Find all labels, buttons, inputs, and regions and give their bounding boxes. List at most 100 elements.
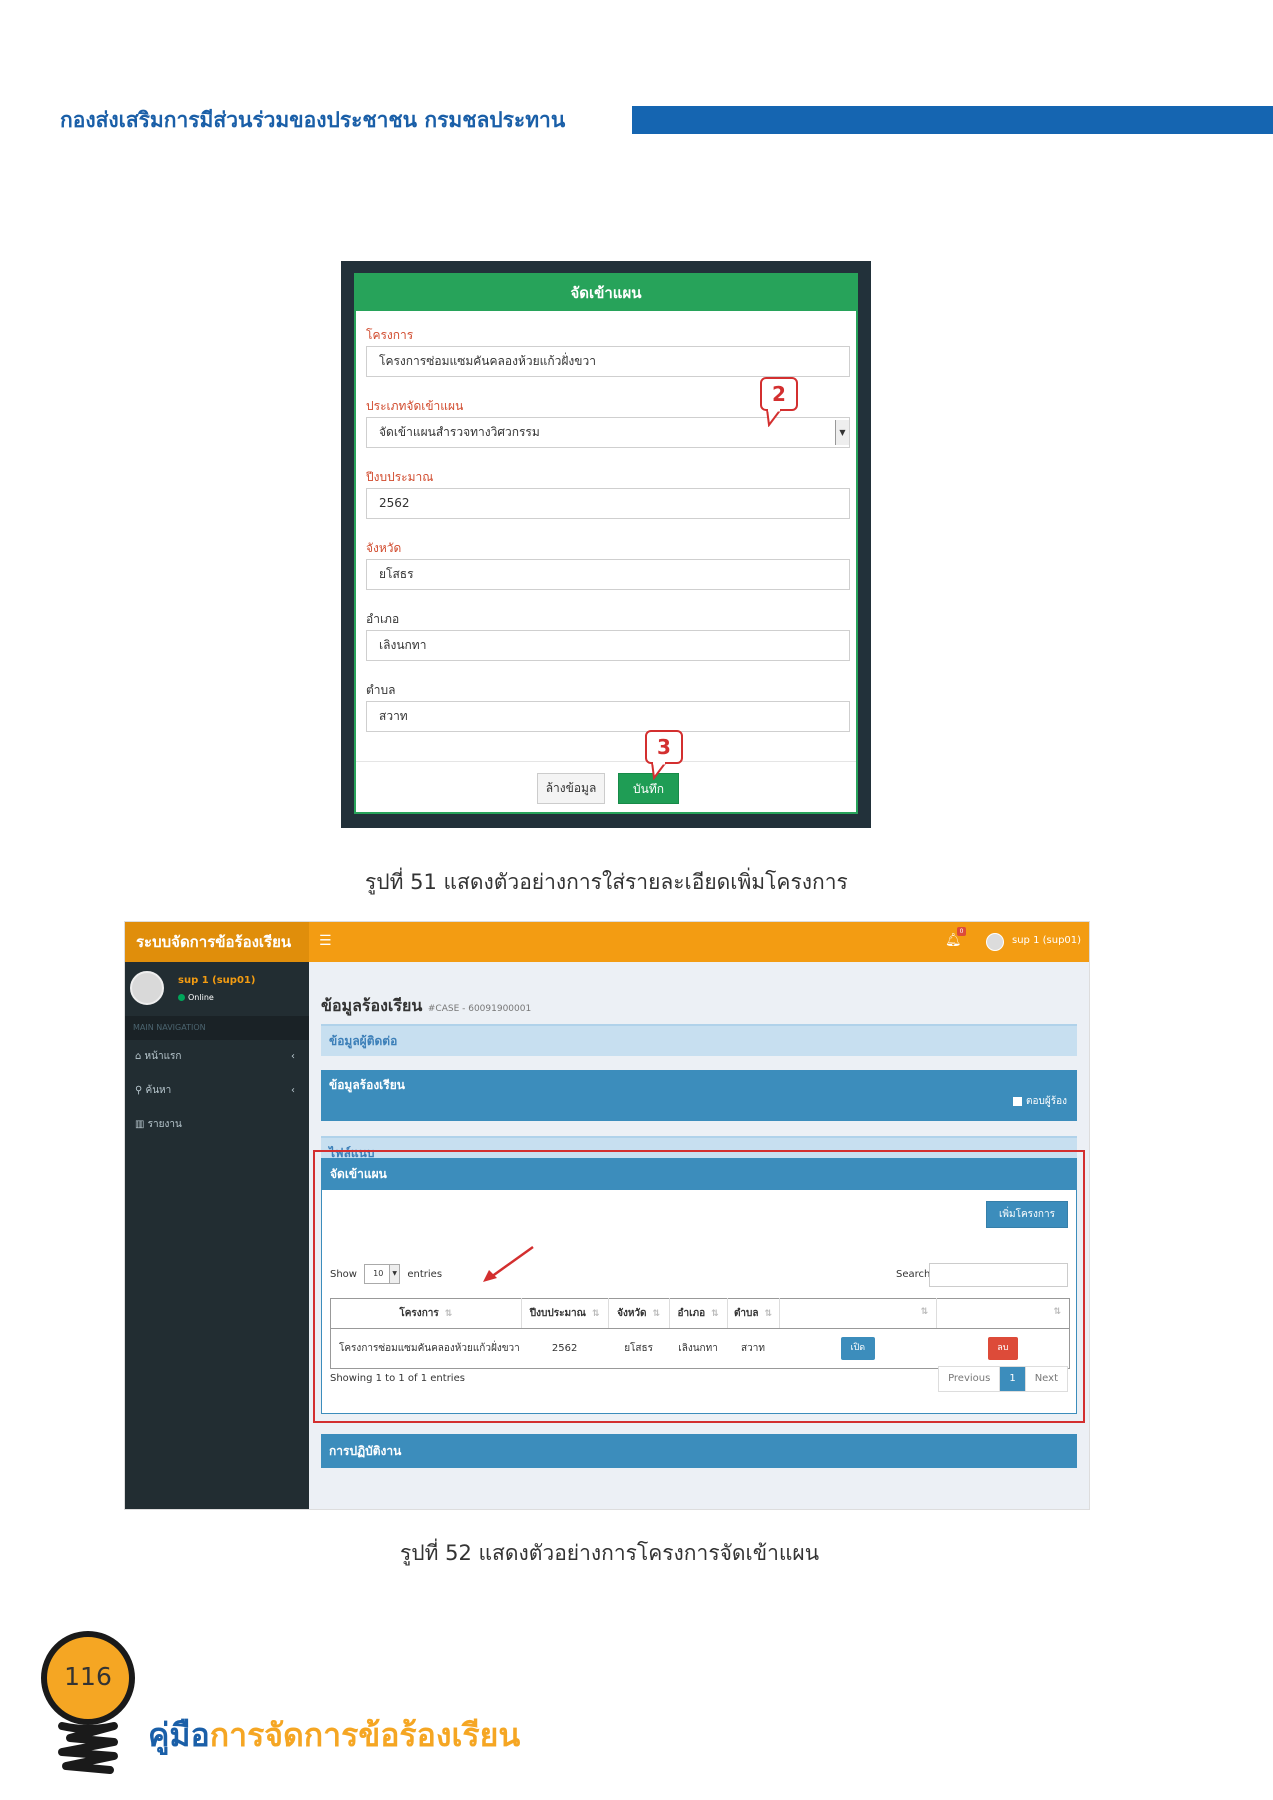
page-title-text: ข้อมูลร้องเรียน (321, 996, 423, 1015)
column-header-year[interactable]: ปีงบประมาณ ⇅ (521, 1298, 609, 1329)
reply-checkbox-label: ตอบผู้ร้อง (1026, 1096, 1067, 1107)
cell-year: 2562 (521, 1328, 609, 1369)
open-button[interactable]: เปิด (840, 1337, 875, 1360)
entries-select[interactable]: 10 ▼ (364, 1264, 401, 1284)
projects-table: โครงการ ⇅ ปีงบประมาณ ⇅ จังหวัด ⇅ อำเภอ ⇅ ตำบ… (330, 1298, 1070, 1369)
project-label: โครงการ (366, 328, 414, 342)
province-label: จังหวัด (366, 541, 402, 555)
checkbox-icon (1013, 1096, 1023, 1106)
chevron-left-icon: ‹ (291, 1051, 295, 1062)
figure-52-caption: รูปที่ 52 แสดงตัวอย่างการโครงการจัดเข้าแ… (400, 1541, 820, 1565)
entries-length-control: Show 10 ▼ entries (330, 1264, 442, 1284)
fiscal-year-label: ปีงบประมาณ (366, 470, 434, 484)
plan-type-label: ประเภทจัดเข้าแผน (366, 399, 464, 413)
column-label: จังหวัด (617, 1308, 647, 1319)
figure-52-screenshot: ระบบจัดการข้อร้องเรียน ☰ 🔔︎ 0 sup 1 (sup… (124, 921, 1090, 1510)
plan-section-title: จัดเข้าแผน (322, 1159, 1076, 1190)
column-header-subdistrict[interactable]: ตำบล ⇅ (727, 1298, 780, 1329)
footer-title-part1: คู่มือ (148, 1716, 210, 1754)
next-page-button[interactable]: Next (1024, 1367, 1067, 1391)
sort-icon: ⇅ (764, 1309, 773, 1319)
chevron-down-icon[interactable]: ▼ (835, 420, 849, 445)
column-header-open[interactable]: ⇅ (779, 1298, 938, 1329)
sidebar: sup 1 (sup01) Online MAIN NAVIGATION ⌂ ห… (125, 962, 309, 1509)
table-row: โครงการซ่อมแซมคันคลองห้วยแก้วฝั่งขวา 256… (330, 1328, 1070, 1369)
bar-chart-icon: ▥ (135, 1119, 145, 1130)
avatar[interactable] (986, 933, 1004, 951)
fiscal-year-field[interactable]: 2562 (366, 488, 850, 519)
chevron-left-icon: ‹ (291, 1085, 295, 1096)
page-number: 116 (64, 1662, 112, 1691)
callout-2-pointer (765, 409, 783, 427)
sidebar-item-home[interactable]: ⌂ หน้าแรก ‹ (125, 1040, 309, 1074)
app-brand[interactable]: ระบบจัดการข้อร้องเรียน (125, 922, 309, 962)
top-navbar: ระบบจัดการข้อร้องเรียน ☰ 🔔︎ 0 sup 1 (sup… (125, 922, 1089, 962)
province-field[interactable]: ยโสธร (366, 559, 850, 590)
chevron-down-icon: ▼ (389, 1265, 400, 1283)
reply-checkbox[interactable]: ตอบผู้ร้อง (1013, 1087, 1067, 1117)
document-header-title: กองส่งเสริมการมีส่วนร่วมของประชาชน กรมชล… (60, 108, 566, 132)
complaint-section[interactable]: ข้อมูลร้องเรียน ตอบผู้ร้อง (321, 1070, 1077, 1121)
cell-district: เลิงนกทา (669, 1328, 728, 1369)
column-header-project[interactable]: โครงการ ⇅ (330, 1298, 522, 1329)
table-header-row: โครงการ ⇅ ปีงบประมาณ ⇅ จังหวัด ⇅ อำเภอ ⇅ ตำบ… (330, 1298, 1070, 1329)
column-label: อำเภอ (677, 1308, 706, 1319)
callout-2: 2 (760, 377, 798, 411)
plan-type-value: จัดเข้าแผนสำรวจทางวิศวกรรม (379, 425, 540, 439)
subdistrict-field[interactable]: สวาท (366, 701, 850, 732)
sort-desc-icon: ⇅ (591, 1309, 600, 1319)
column-header-delete[interactable]: ⇅ (936, 1298, 1070, 1329)
form-footer-divider (356, 761, 856, 762)
search-icon: ⚲ (135, 1085, 143, 1096)
complaint-section-title: ข้อมูลร้องเรียน (329, 1078, 405, 1092)
district-field[interactable]: เลิงนกทา (366, 630, 850, 661)
add-project-button[interactable]: เพิ่มโครงการ (986, 1201, 1068, 1228)
cell-province: ยโสธร (608, 1328, 670, 1369)
sidebar-item-report[interactable]: ▥ รายงาน (125, 1108, 309, 1142)
footer-title: คู่มือการจัดการข้อร้องเรียน (148, 1710, 520, 1761)
sidebar-item-label: หน้าแรก (144, 1051, 182, 1062)
delete-button[interactable]: ลบ (987, 1337, 1018, 1360)
online-status-icon (178, 994, 185, 1001)
sort-icon: ⇅ (920, 1307, 929, 1317)
sort-icon: ⇅ (444, 1309, 453, 1319)
sort-icon: ⇅ (652, 1309, 661, 1319)
cell-delete: ลบ (936, 1328, 1070, 1369)
sidebar-item-label: ค้นหา (145, 1085, 172, 1096)
sort-icon: ⇅ (711, 1309, 719, 1319)
top-user-name[interactable]: sup 1 (sup01) (1012, 935, 1081, 946)
callout-3-pointer (650, 762, 668, 780)
sidebar-item-label: รายงาน (147, 1119, 182, 1130)
sidebar-user-name: sup 1 (sup01) (178, 975, 256, 986)
table-info: Showing 1 to 1 of 1 entries (330, 1373, 465, 1384)
avatar (130, 971, 164, 1005)
contact-section[interactable]: ข้อมูลผู้ติดต่อ (321, 1024, 1077, 1056)
header-accent-bar (632, 106, 1273, 134)
show-label: Show (330, 1269, 357, 1280)
clear-button[interactable]: ล้างข้อมูล (537, 773, 605, 804)
case-id: #CASE - 60091900001 (427, 1004, 532, 1014)
page-1-button[interactable]: 1 (999, 1367, 1025, 1391)
project-field[interactable]: โครงการซ่อมแซมคันคลองห้วยแก้วฝั่งขวา (366, 346, 850, 377)
column-label: ตำบล (733, 1308, 759, 1319)
column-header-province[interactable]: จังหวัด ⇅ (608, 1298, 670, 1329)
plan-form-panel: จัดเข้าแผน โครงการ โครงการซ่อมแซมคันคลอง… (354, 273, 858, 814)
footer-title-part2: การจัดการข้อร้องเรียน (209, 1716, 521, 1754)
search-input[interactable] (929, 1263, 1068, 1287)
page-title: ข้อมูลร้องเรียน #CASE - 60091900001 (321, 994, 531, 1019)
menu-toggle-icon[interactable]: ☰ (319, 933, 332, 949)
sidebar-user-status: Online (188, 993, 214, 1002)
operation-section[interactable]: การปฏิบัติงาน (321, 1434, 1077, 1468)
sidebar-item-search[interactable]: ⚲ ค้นหา ‹ (125, 1074, 309, 1108)
cell-subdistrict: สวาท (727, 1328, 779, 1369)
column-header-district[interactable]: อำเภอ ⇅ (669, 1298, 728, 1329)
column-label: โครงการ (399, 1308, 439, 1319)
cell-project: โครงการซ่อมแซมคันคลองห้วยแก้วฝั่งขวา (330, 1328, 522, 1369)
column-label: ปีงบประมาณ (529, 1308, 586, 1319)
sidebar-nav-header: MAIN NAVIGATION (125, 1016, 309, 1040)
plan-section: จัดเข้าแผน เพิ่มโครงการ Show 10 ▼ entries… (321, 1158, 1077, 1414)
sidebar-user-panel: sup 1 (sup01) Online (125, 962, 309, 1014)
annotation-arrow-icon (483, 1245, 534, 1282)
previous-page-button[interactable]: Previous (939, 1367, 1000, 1391)
callout-3: 3 (645, 730, 683, 764)
